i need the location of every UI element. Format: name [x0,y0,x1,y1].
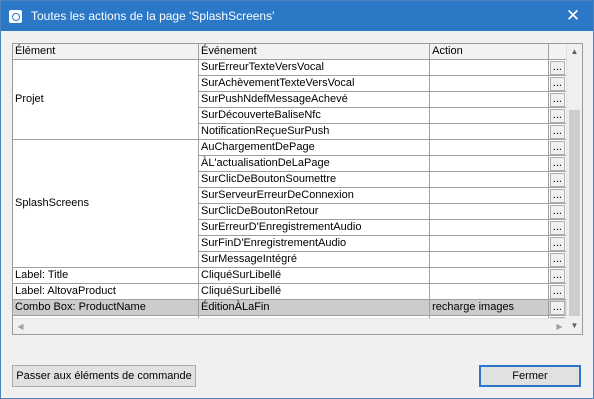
action-button-cell: ... [548,283,568,300]
edit-action-button[interactable]: ... [549,268,565,283]
action-cell[interactable] [429,171,549,188]
edit-action-button[interactable]: ... [549,252,565,267]
action-button-cell: ... [548,299,568,316]
edit-action-button[interactable]: ... [549,140,565,155]
action-cell[interactable] [429,75,549,92]
action-button-cell: ... [548,251,568,268]
element-cell[interactable]: Combo Box: ProductName [13,299,199,316]
close-button[interactable]: Fermer [479,365,581,387]
edit-action-button[interactable]: ... [549,220,565,235]
table-row[interactable]: Combo Box: ProductName ÉditionÀLaFin recha… [13,299,568,316]
element-cell[interactable]: Projet [13,59,199,140]
scroll-up-icon[interactable]: ▲ [567,44,582,60]
table-row[interactable]: Label: Title CliquéSurLibellé... [13,267,568,284]
scroll-thumb[interactable] [569,110,580,316]
event-cell[interactable]: SurErreurD'EnregistrementAudio [198,219,431,236]
event-cell[interactable]: SurErreurTexteVersVocal [198,59,431,76]
action-cell[interactable] [429,267,549,284]
horizontal-scrollbar[interactable]: ◀ ▶ [13,318,567,334]
event-cell[interactable]: ÉditionÀLaFin [198,299,431,316]
action-button-cell: ... [548,123,568,140]
table-row[interactable]: SplashScreens AuChargementDePage... [13,139,568,268]
action-cell[interactable] [429,91,549,108]
goto-controls-button[interactable]: Passer aux éléments de commande [12,365,196,387]
edit-action-button[interactable]: ... [549,76,565,91]
event-cell[interactable]: AuChargementDePage [198,139,431,156]
event-cell[interactable]: ÀL'actualisationDeLaPage [198,155,431,172]
event-cell[interactable]: CliquéSurLibellé [198,267,431,284]
edit-action-button[interactable]: ... [549,236,565,251]
table-row[interactable]: Label: AltovaProduct CliquéSurLibellé... [13,283,568,300]
action-cell[interactable] [429,235,549,252]
action-button-cell: ... [548,91,568,108]
column-header-action[interactable]: Action [429,44,549,60]
action-button-cell: ... [548,155,568,172]
edit-action-button[interactable]: ... [549,156,565,171]
action-cell[interactable] [429,203,549,220]
edit-action-button[interactable]: ... [549,124,565,139]
column-header-event[interactable]: Événement [198,44,431,60]
action-button-cell: ... [548,75,568,92]
action-cell[interactable] [429,187,549,204]
table-row[interactable]: Projet SurErreurTexteVersVocal... [13,59,568,140]
column-header-button [548,44,568,60]
dialog-window: Toutes les actions de la page 'SplashScr… [0,0,594,399]
edit-action-button[interactable]: ... [549,92,565,107]
action-cell[interactable] [429,219,549,236]
action-cell[interactable] [429,107,549,124]
element-cell[interactable]: Label: Title [13,267,199,284]
action-button-cell: ... [548,139,568,156]
action-cell[interactable]: recharge images [429,299,549,316]
actions-table: Élément Événement Action Projet SurErreur… [13,44,568,332]
column-header-element[interactable]: Élément [13,44,199,60]
event-cell[interactable]: SurDécouverteBaliseNfc [198,107,431,124]
action-cell[interactable] [429,139,549,156]
vertical-scrollbar[interactable]: ▲ ▼ [566,44,582,334]
event-cell[interactable]: SurClicDeBoutonSoumettre [198,171,431,188]
title-bar: Toutes les actions de la page 'SplashScr… [1,1,593,31]
action-button-cell: ... [548,171,568,188]
action-button-cell: ... [548,107,568,124]
action-button-cell: ... [548,187,568,204]
action-button-cell: ... [548,219,568,236]
event-cell[interactable]: SurPushNdefMessageAchevé [198,91,431,108]
event-cell[interactable]: SurAchèvementTexteVersVocal [198,75,431,92]
action-cell[interactable] [429,283,549,300]
scroll-right-icon[interactable]: ▶ [552,319,567,334]
action-button-cell: ... [548,235,568,252]
scroll-left-icon[interactable]: ◀ [13,319,28,334]
action-button-cell: ... [548,59,568,76]
scroll-down-icon[interactable]: ▼ [567,318,582,334]
action-button-cell: ... [548,267,568,284]
event-cell[interactable]: SurMessageIntégré [198,251,431,268]
action-cell[interactable] [429,155,549,172]
edit-action-button[interactable]: ... [549,188,565,203]
edit-action-button[interactable]: ... [549,172,565,187]
action-cell[interactable] [429,59,549,76]
edit-action-button[interactable]: ... [549,300,565,315]
window-title: Toutes les actions de la page 'SplashScr… [31,9,275,23]
element-cell[interactable]: Label: AltovaProduct [13,283,199,300]
app-icon [9,10,22,23]
edit-action-button[interactable]: ... [549,60,565,75]
event-cell[interactable]: SurFinD'EnregistrementAudio [198,235,431,252]
close-icon[interactable]: ✕ [553,1,593,31]
actions-grid: Élément Événement Action Projet SurErreur… [12,43,583,335]
action-cell[interactable] [429,123,549,140]
action-button-cell: ... [548,203,568,220]
event-cell[interactable]: NotificationReçueSurPush [198,123,431,140]
event-cell[interactable]: SurServeurErreurDeConnexion [198,187,431,204]
event-cell[interactable]: CliquéSurLibellé [198,283,431,300]
action-cell[interactable] [429,251,549,268]
edit-action-button[interactable]: ... [549,204,565,219]
edit-action-button[interactable]: ... [549,284,565,299]
event-cell[interactable]: SurClicDeBoutonRetour [198,203,431,220]
element-cell[interactable]: SplashScreens [13,139,199,268]
edit-action-button[interactable]: ... [549,108,565,123]
